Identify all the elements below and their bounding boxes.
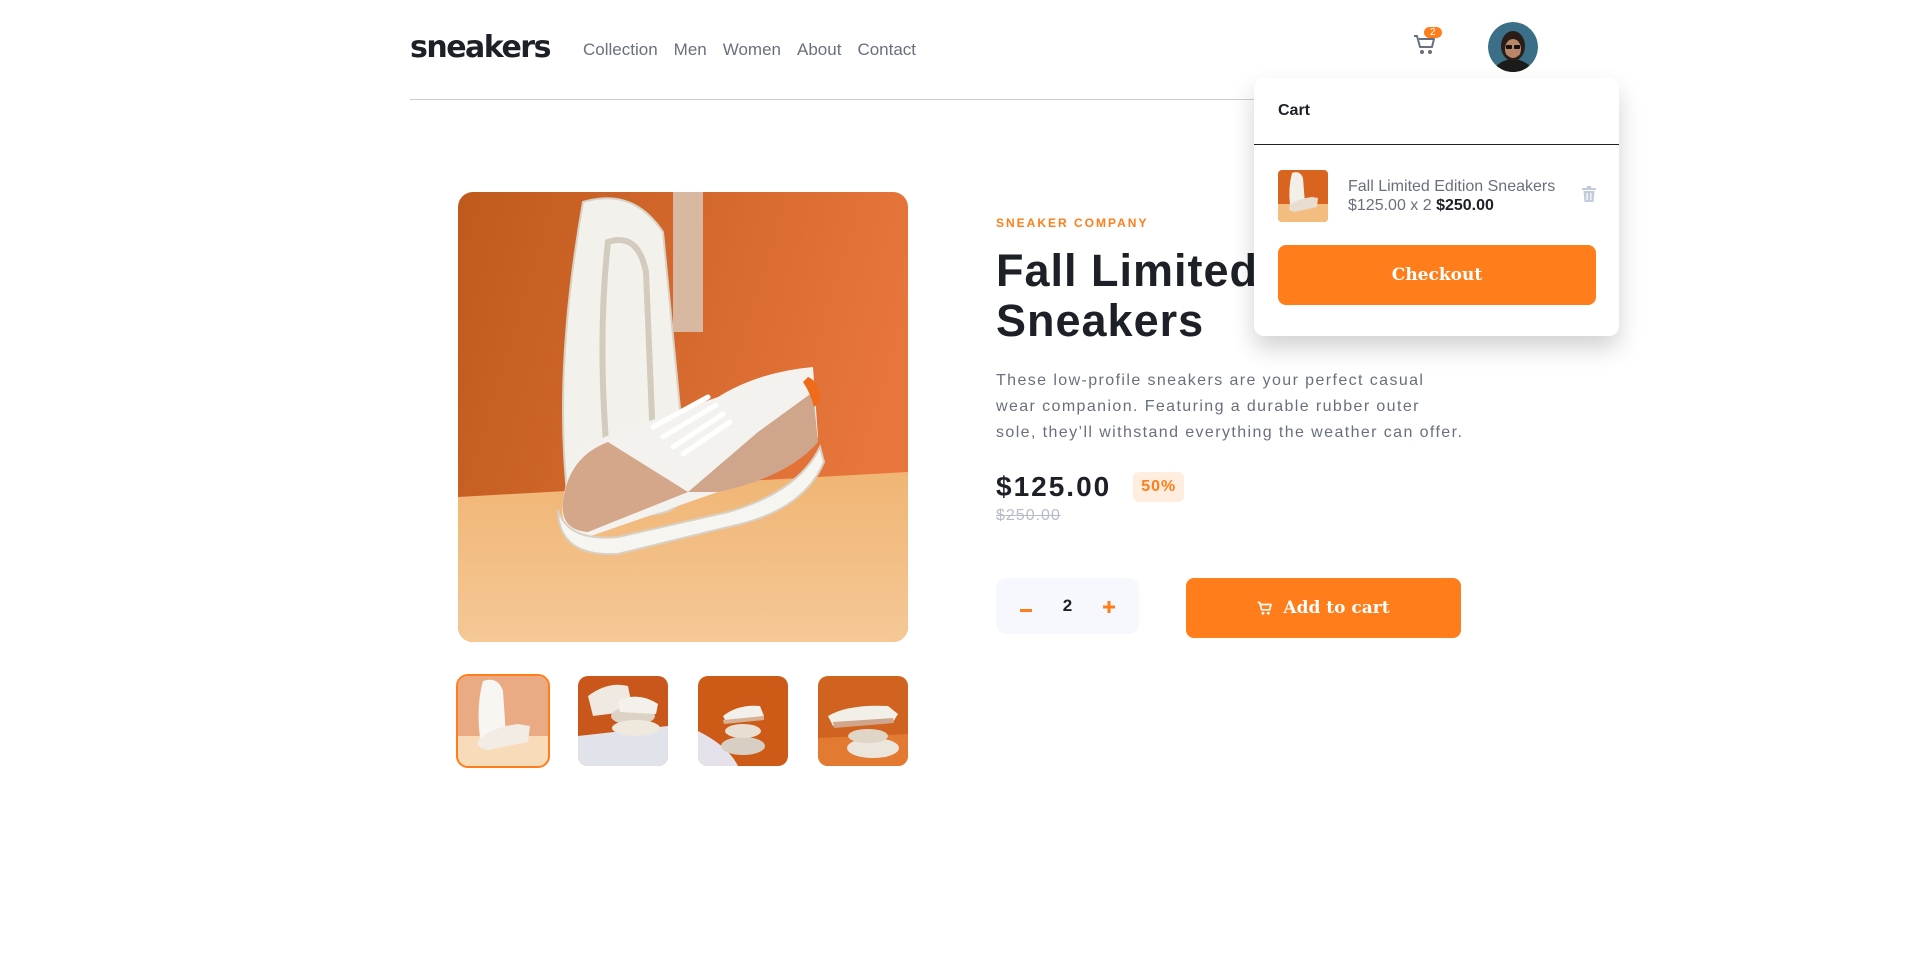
nav-link-men[interactable]: Men <box>674 40 707 60</box>
cart-item-thumbnail <box>1278 170 1328 222</box>
product-main-image[interactable] <box>458 192 908 642</box>
cart-heading: Cart <box>1254 78 1619 145</box>
cart-count-badge: 2 <box>1424 27 1442 38</box>
cart-dropdown: Cart Fall Limited Edition Sneakers $125.… <box>1254 78 1619 336</box>
cart-item-unit: $125.00 x 2 <box>1348 197 1432 214</box>
main-nav: Collection Men Women About Contact <box>583 40 916 60</box>
nav-link-contact[interactable]: Contact <box>857 40 916 60</box>
cart-icon <box>1258 601 1273 615</box>
plus-icon[interactable] <box>1101 593 1117 619</box>
cart-item-total: $250.00 <box>1436 197 1494 214</box>
logo[interactable]: sneakers <box>410 30 551 65</box>
cart-item: Fall Limited Edition Sneakers $125.00 x … <box>1278 170 1596 222</box>
quantity-stepper: 2 <box>996 578 1139 634</box>
discount-badge: 50% <box>1133 472 1185 502</box>
thumbnail-2[interactable] <box>578 676 668 766</box>
price-row: $125.00 50% <box>996 471 1466 503</box>
nav-link-collection[interactable]: Collection <box>583 40 658 60</box>
thumbnail-row <box>456 674 908 768</box>
thumbnail-1[interactable] <box>456 674 550 768</box>
thumbnail-3[interactable] <box>698 676 788 766</box>
nav-link-about[interactable]: About <box>797 40 841 60</box>
cart-item-price: $125.00 x 2 $250.00 <box>1348 196 1555 215</box>
checkout-button[interactable]: Checkout <box>1278 245 1596 305</box>
thumbnail-4[interactable] <box>818 676 908 766</box>
quantity-value: 2 <box>1062 596 1073 615</box>
product-description: These low-profile sneakers are your perf… <box>996 372 1464 441</box>
add-to-cart-button[interactable]: Add to cart <box>1186 578 1461 638</box>
trash-icon[interactable] <box>1582 186 1596 207</box>
original-price: $250.00 <box>996 507 1061 524</box>
add-to-cart-label: Add to cart <box>1283 598 1390 618</box>
purchase-actions: 2 Add to cart <box>996 578 1461 638</box>
nav-link-women[interactable]: Women <box>723 40 781 60</box>
cart-button[interactable]: 2 <box>1413 27 1442 58</box>
avatar[interactable] <box>1488 22 1538 72</box>
cart-item-name: Fall Limited Edition Sneakers <box>1348 178 1556 195</box>
minus-icon[interactable] <box>1018 593 1034 619</box>
current-price: $125.00 <box>996 471 1112 502</box>
cart-item-text: Fall Limited Edition Sneakers $125.00 x … <box>1348 177 1555 215</box>
